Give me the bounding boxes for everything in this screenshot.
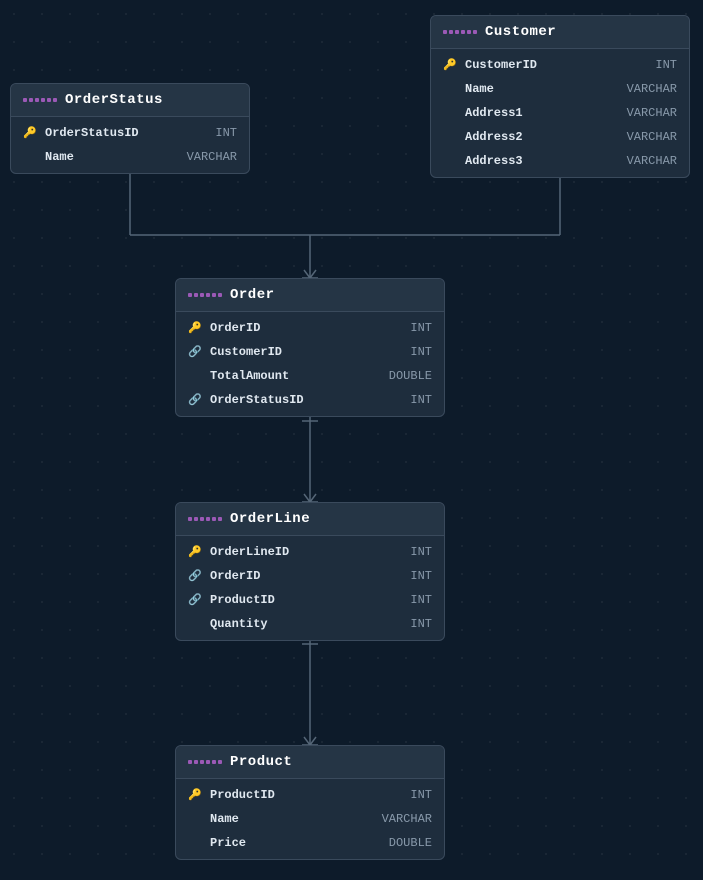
table-row: Address1 VARCHAR (431, 101, 689, 125)
orderline-table-header: OrderLine (176, 503, 444, 536)
link-icon: 🔗 (188, 393, 204, 407)
table-row: Address3 VARCHAR (431, 149, 689, 173)
field-name: Quantity (210, 617, 404, 631)
field-type: INT (215, 126, 237, 140)
order-orderline-connector (302, 415, 318, 502)
table-row: 🔑 CustomerID INT (431, 53, 689, 77)
table-row: Address2 VARCHAR (431, 125, 689, 149)
field-name: Name (210, 812, 376, 826)
field-name: Address3 (465, 154, 621, 168)
link-icon: 🔗 (188, 345, 204, 359)
field-name: CustomerID (465, 58, 649, 72)
key-icon: 🔑 (188, 545, 204, 559)
field-name: CustomerID (210, 345, 404, 359)
table-row: 🔗 OrderID INT (176, 564, 444, 588)
table-grip-icon (188, 517, 222, 521)
table-row: 🔗 ProductID INT (176, 588, 444, 612)
table-row: 🔑 OrderStatusID INT (11, 121, 249, 145)
field-type: INT (410, 345, 432, 359)
field-type: INT (410, 569, 432, 583)
field-type: DOUBLE (389, 369, 432, 383)
orderline-table-title: OrderLine (230, 511, 310, 527)
table-row: Quantity INT (176, 612, 444, 636)
field-type: INT (410, 393, 432, 407)
field-name: OrderLineID (210, 545, 404, 559)
table-row: Name VARCHAR (176, 807, 444, 831)
field-name: Address1 (465, 106, 621, 120)
field-type: INT (410, 321, 432, 335)
field-name: TotalAmount (210, 369, 383, 383)
customer-table-body: 🔑 CustomerID INT Name VARCHAR Address1 V… (431, 49, 689, 177)
order-table-title: Order (230, 287, 275, 303)
customer-table-header: Customer (431, 16, 689, 49)
field-name: Price (210, 836, 383, 850)
field-name: OrderID (210, 569, 404, 583)
product-table: Product 🔑 ProductID INT Name VARCHAR Pri… (175, 745, 445, 860)
table-row: 🔗 CustomerID INT (176, 340, 444, 364)
orderstatus-table: OrderStatus 🔑 OrderStatusID INT Name VAR… (10, 83, 250, 174)
table-row: Name VARCHAR (431, 77, 689, 101)
field-name: OrderStatusID (45, 126, 209, 140)
key-icon: 🔑 (188, 321, 204, 335)
field-type: INT (410, 593, 432, 607)
link-icon: 🔗 (188, 569, 204, 583)
orderstatus-order-connector (122, 159, 318, 278)
key-icon: 🔑 (23, 126, 39, 140)
product-table-title: Product (230, 754, 292, 770)
table-row: TotalAmount DOUBLE (176, 364, 444, 388)
field-name: OrderID (210, 321, 404, 335)
product-table-header: Product (176, 746, 444, 779)
orderstatus-table-body: 🔑 OrderStatusID INT Name VARCHAR (11, 117, 249, 173)
field-name: Name (45, 150, 181, 164)
orderstatus-table-header: OrderStatus (11, 84, 249, 117)
field-type: DOUBLE (389, 836, 432, 850)
field-name: Address2 (465, 130, 621, 144)
field-type: VARCHAR (627, 154, 677, 168)
field-name: Name (465, 82, 621, 96)
field-type: INT (655, 58, 677, 72)
order-table-header: Order (176, 279, 444, 312)
field-type: VARCHAR (187, 150, 237, 164)
product-table-body: 🔑 ProductID INT Name VARCHAR Price DOUBL… (176, 779, 444, 859)
customer-table: Customer 🔑 CustomerID INT Name VARCHAR A… (430, 15, 690, 178)
table-row: Name VARCHAR (11, 145, 249, 169)
table-grip-icon (443, 30, 477, 34)
table-row: 🔑 ProductID INT (176, 783, 444, 807)
order-table-body: 🔑 OrderID INT 🔗 CustomerID INT TotalAmou… (176, 312, 444, 416)
field-type: VARCHAR (382, 812, 432, 826)
field-name: OrderStatusID (210, 393, 404, 407)
table-grip-icon (188, 760, 222, 764)
customer-table-title: Customer (485, 24, 556, 40)
key-icon: 🔑 (443, 58, 459, 72)
field-type: VARCHAR (627, 82, 677, 96)
field-type: INT (410, 788, 432, 802)
field-name: ProductID (210, 593, 404, 607)
table-row: 🔑 OrderID INT (176, 316, 444, 340)
field-type: INT (410, 545, 432, 559)
link-icon: 🔗 (188, 593, 204, 607)
table-row: Price DOUBLE (176, 831, 444, 855)
order-table: Order 🔑 OrderID INT 🔗 CustomerID INT Tot… (175, 278, 445, 417)
table-grip-icon (23, 98, 57, 102)
table-row: 🔗 OrderStatusID INT (176, 388, 444, 412)
orderline-table: OrderLine 🔑 OrderLineID INT 🔗 OrderID IN… (175, 502, 445, 641)
key-icon: 🔑 (188, 788, 204, 802)
table-row: 🔑 OrderLineID INT (176, 540, 444, 564)
table-grip-icon (188, 293, 222, 297)
field-type: VARCHAR (627, 106, 677, 120)
field-type: INT (410, 617, 432, 631)
field-name: ProductID (210, 788, 404, 802)
orderline-table-body: 🔑 OrderLineID INT 🔗 OrderID INT 🔗 Produc… (176, 536, 444, 640)
orderstatus-table-title: OrderStatus (65, 92, 163, 108)
field-type: VARCHAR (627, 130, 677, 144)
orderline-product-connector (302, 638, 318, 745)
